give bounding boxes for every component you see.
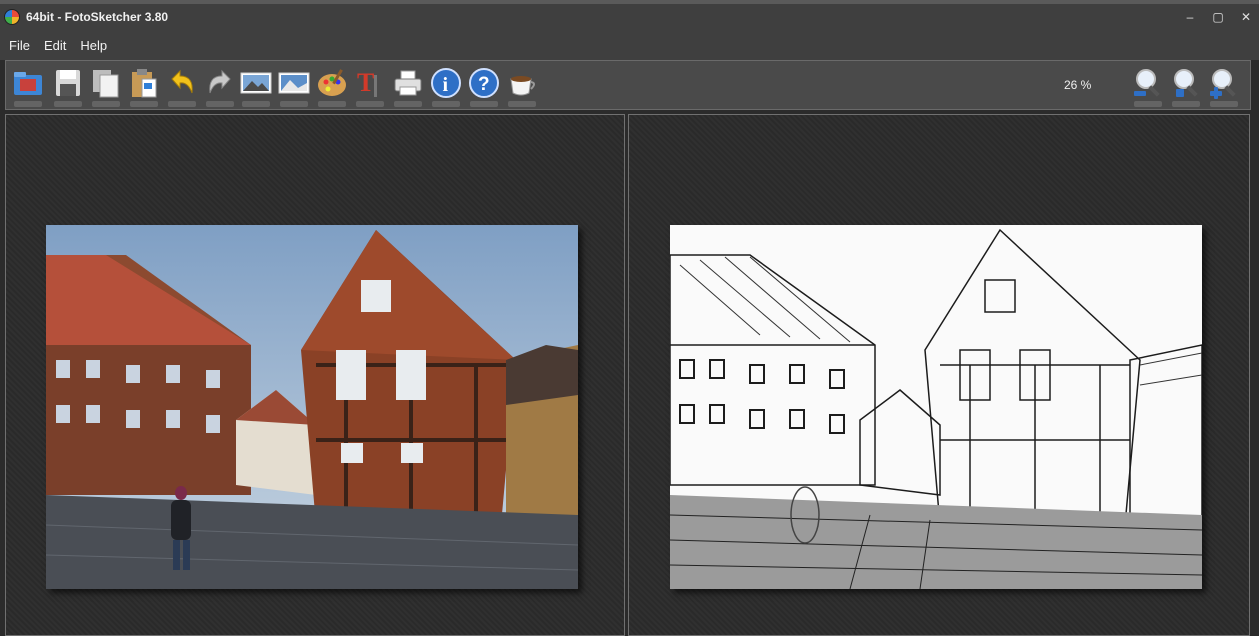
help-icon[interactable]: ? bbox=[468, 67, 500, 107]
app-icon[interactable] bbox=[4, 9, 20, 25]
undo-icon[interactable] bbox=[166, 67, 198, 107]
copy-icon[interactable] bbox=[90, 67, 122, 107]
zoom-in-icon[interactable] bbox=[1208, 67, 1240, 107]
menu-bar: File Edit Help bbox=[0, 30, 1259, 60]
sketch-photo[interactable] bbox=[670, 225, 1202, 589]
zoom-level: 26 % bbox=[1064, 78, 1092, 92]
original-photo[interactable] bbox=[46, 225, 578, 589]
svg-text:?: ? bbox=[478, 74, 490, 95]
menu-edit[interactable]: Edit bbox=[36, 38, 72, 53]
coffee-icon[interactable] bbox=[506, 67, 538, 107]
result-image-icon[interactable] bbox=[278, 67, 310, 107]
text-icon[interactable]: T bbox=[354, 67, 386, 107]
print-icon[interactable] bbox=[392, 67, 424, 107]
info-icon[interactable]: i bbox=[430, 67, 462, 107]
window-title: 64bit - FotoSketcher 3.80 bbox=[26, 10, 169, 24]
original-image-icon[interactable] bbox=[240, 67, 272, 107]
menu-file[interactable]: File bbox=[0, 38, 36, 53]
paste-icon[interactable] bbox=[128, 67, 160, 107]
minimize-button[interactable]: – bbox=[1183, 10, 1197, 24]
open-folder-icon[interactable] bbox=[12, 67, 44, 107]
menu-help[interactable]: Help bbox=[72, 38, 113, 53]
sketch-result-panel bbox=[628, 114, 1250, 636]
palette-icon[interactable] bbox=[316, 67, 348, 107]
save-icon[interactable] bbox=[52, 67, 84, 107]
maximize-button[interactable]: ▢ bbox=[1211, 10, 1225, 24]
close-button[interactable]: ✕ bbox=[1239, 10, 1253, 24]
redo-icon[interactable] bbox=[204, 67, 236, 107]
toolbar: T i ? 26 % bbox=[5, 60, 1251, 110]
zoom-out-icon[interactable] bbox=[1132, 67, 1164, 107]
svg-text:i: i bbox=[443, 74, 449, 96]
svg-text:T: T bbox=[357, 68, 374, 97]
original-image-panel bbox=[5, 114, 625, 636]
zoom-fit-icon[interactable] bbox=[1170, 67, 1202, 107]
title-bar: 64bit - FotoSketcher 3.80 – ▢ ✕ bbox=[0, 4, 1259, 30]
